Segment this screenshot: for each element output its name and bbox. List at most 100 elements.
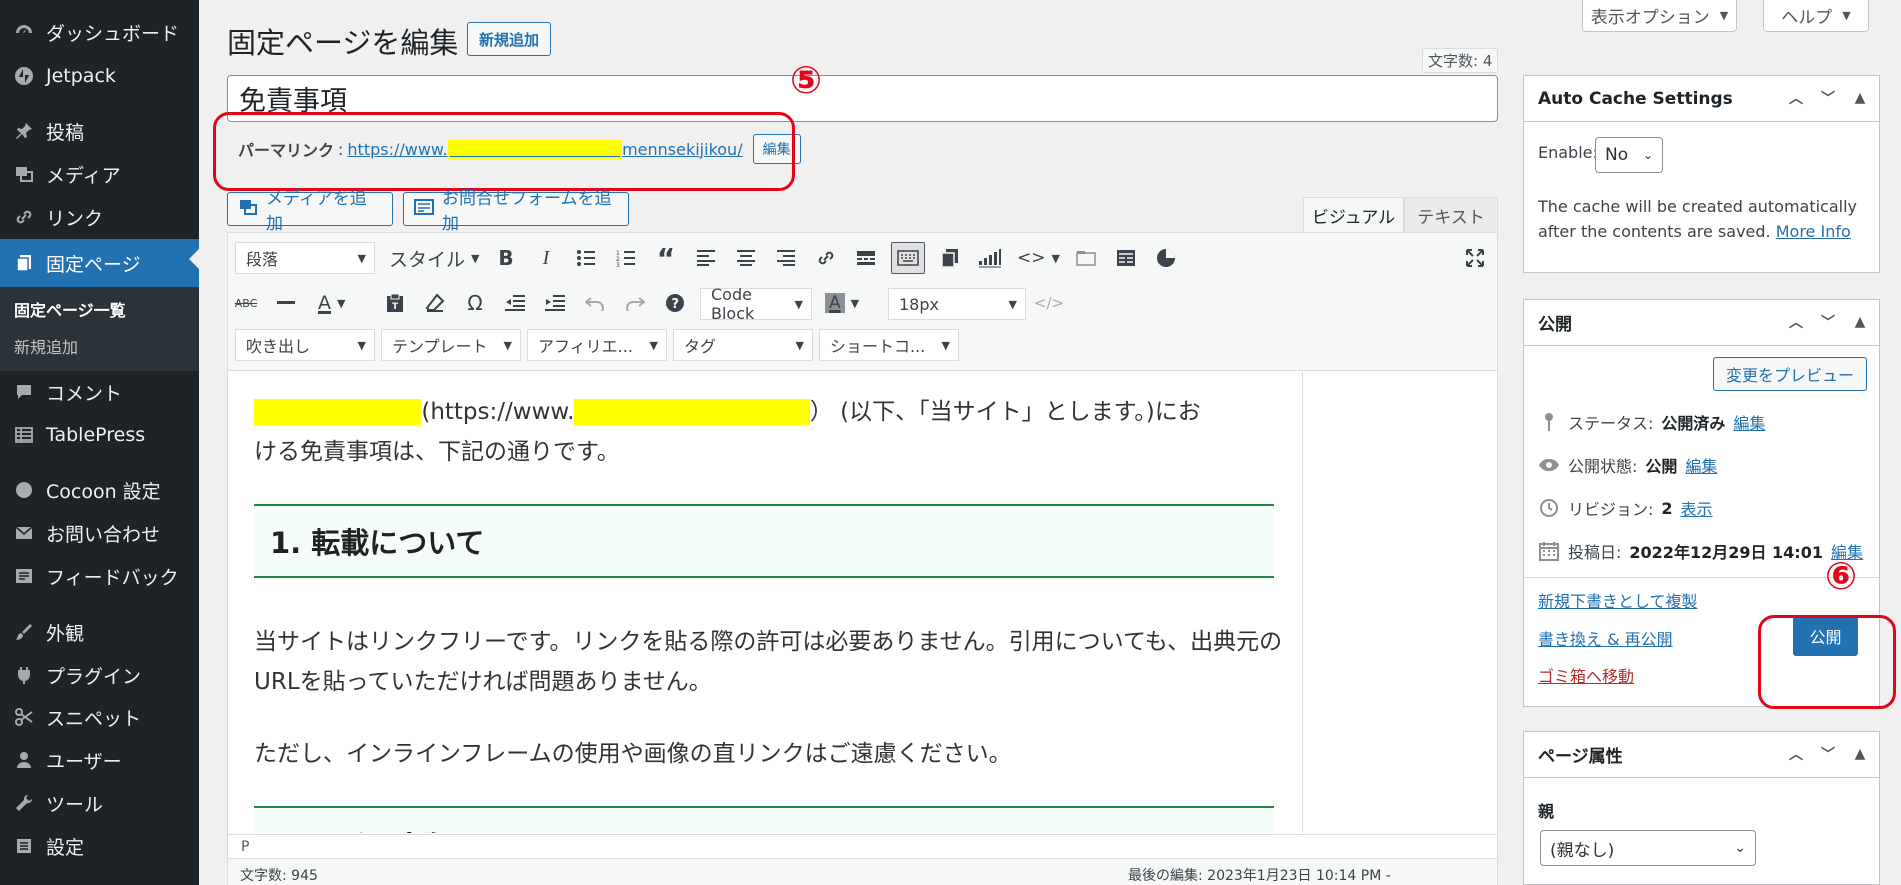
visibility-edit-link[interactable]: 編集: [1685, 453, 1717, 477]
page-attributes-header: ページ属性 ︿ ﹀ ▲: [1524, 732, 1879, 778]
caret-down-icon: ▼: [941, 338, 950, 352]
indent-icon[interactable]: [540, 288, 570, 318]
sidebar-item-label: ダッシュボード: [46, 22, 180, 45]
fullscreen-icon[interactable]: [1460, 243, 1490, 273]
revisions-browse-link[interactable]: 表示: [1681, 496, 1713, 520]
chevron-down-icon[interactable]: ﹀: [1819, 744, 1837, 764]
clear-formatting-icon[interactable]: [420, 288, 450, 318]
bold-icon[interactable]: B: [491, 243, 521, 273]
rewrite-republish-link[interactable]: 書き換え & 再公開: [1538, 626, 1673, 650]
tab-text[interactable]: テキスト: [1404, 197, 1498, 232]
sidebar-item-snippets[interactable]: スニペット: [0, 697, 199, 737]
sidebar-item-settings[interactable]: 設定: [0, 826, 199, 866]
editor-content[interactable]: xxxxxxxxxxxx(https://www.xxxxxxxxxxxxxxx…: [228, 372, 1303, 833]
submenu-add-new[interactable]: 新規追加: [14, 334, 78, 358]
align-center-icon[interactable]: [731, 243, 761, 273]
box-icon[interactable]: [1071, 243, 1101, 273]
sidebar-item-links[interactable]: リンク: [0, 197, 199, 237]
template-select[interactable]: テンプレート ▼: [381, 329, 521, 361]
font-size-select[interactable]: 18px ▼: [888, 288, 1026, 320]
collapse-toggle-icon[interactable]: ▲: [1851, 744, 1869, 764]
svg-text:T: T: [392, 302, 399, 312]
sidebar-item-comments[interactable]: コメント: [0, 372, 199, 412]
sidebar-item-cocoon[interactable]: Cocoon 設定: [0, 470, 199, 510]
parent-select[interactable]: (親なし) ⌄: [1540, 830, 1756, 866]
chevron-up-icon[interactable]: ︿: [1787, 744, 1805, 764]
sidebar-item-feedback[interactable]: フィードバック: [0, 556, 199, 596]
chevron-up-icon[interactable]: ︿: [1787, 88, 1805, 108]
help-icon[interactable]: ?: [660, 288, 690, 318]
sidebar-item-plugins[interactable]: プラグイン: [0, 655, 199, 695]
caret-down-icon: ▼: [357, 251, 366, 265]
italic-icon[interactable]: I: [531, 243, 561, 273]
strikethrough-icon[interactable]: ABC: [231, 288, 261, 318]
add-new-button[interactable]: 新規追加: [467, 22, 552, 56]
sidebar-item-appearance[interactable]: 外観: [0, 612, 199, 652]
background-color-dropdown[interactable]: A ▼: [825, 288, 859, 318]
code-block-select[interactable]: Code Block ▼: [700, 285, 812, 323]
page-attributes-metabox: ページ属性 ︿ ﹀ ▲ 親 (親なし) ⌄: [1523, 731, 1880, 885]
shortcode-select[interactable]: ショートコ... ▼: [819, 329, 959, 361]
insert-link-icon[interactable]: [811, 243, 841, 273]
iframe-paragraph: ただし、インラインフレームの使用や画像の直リンクはご遠慮ください。: [254, 741, 1012, 767]
paste-text-icon[interactable]: T: [380, 288, 410, 318]
style-dropdown[interactable]: スタイル ▼: [389, 243, 479, 273]
enable-select[interactable]: No ⌄: [1595, 137, 1663, 173]
add-contact-form-button[interactable]: お問合せフォームを追加: [403, 189, 629, 234]
link-free-paragraph-line2: URLを貼っていただければ問題ありません。: [254, 669, 712, 695]
text-color-dropdown[interactable]: A ▼: [318, 288, 345, 318]
sidebar-item-pages[interactable]: 固定ページ: [0, 239, 199, 287]
submenu-all-pages[interactable]: 固定ページ一覧: [14, 297, 126, 321]
plugin-icon: [12, 663, 36, 687]
parent-label: 親: [1538, 802, 1555, 821]
numbered-list-icon[interactable]: 123: [611, 243, 641, 273]
sidebar-item-users[interactable]: ユーザー: [0, 740, 199, 780]
duplicate-draft-link[interactable]: 新規下書きとして複製: [1538, 588, 1698, 612]
collapse-toggle-icon[interactable]: ▲: [1851, 312, 1869, 332]
sidebar-item-jetpack[interactable]: Jetpack: [0, 56, 199, 96]
outdent-icon[interactable]: [500, 288, 530, 318]
move-to-trash-link[interactable]: ゴミ箱へ移動: [1538, 663, 1634, 687]
toolbar-toggle-icon[interactable]: [891, 242, 925, 274]
code-dropdown[interactable]: <> ▼: [1017, 243, 1060, 273]
html-code-icon[interactable]: </>: [1034, 288, 1064, 318]
horizontal-line-icon[interactable]: [271, 288, 301, 318]
caret-down-icon: ▼: [649, 338, 658, 352]
undo-icon[interactable]: [580, 288, 610, 318]
redo-icon[interactable]: [620, 288, 650, 318]
copy-icon[interactable]: [935, 243, 965, 273]
tab-visual[interactable]: ビジュアル: [1303, 197, 1404, 232]
bullet-list-icon[interactable]: [571, 243, 601, 273]
annotation-box-5: [213, 112, 795, 191]
screen-options-button[interactable]: 表示オプション ▼: [1582, 0, 1737, 32]
align-right-icon[interactable]: [771, 243, 801, 273]
blockquote-icon[interactable]: “: [651, 242, 681, 275]
sidebar-item-dashboard[interactable]: ダッシュボード: [0, 12, 199, 52]
special-character-icon[interactable]: Ω: [460, 288, 490, 318]
sidebar-item-tools[interactable]: ツール: [0, 783, 199, 823]
collapse-toggle-icon[interactable]: ▲: [1851, 88, 1869, 108]
preview-changes-button[interactable]: 変更をプレビュー: [1712, 357, 1867, 391]
sidebar-item-media[interactable]: メディア: [0, 154, 199, 194]
help-button[interactable]: ヘルプ ▼: [1763, 0, 1869, 32]
tag-select[interactable]: タグ ▼: [673, 329, 813, 361]
table-icon[interactable]: [1111, 243, 1141, 273]
add-media-button[interactable]: メディアを追加: [227, 189, 393, 234]
balloon-select[interactable]: 吹き出し ▼: [235, 329, 375, 361]
signal-chart-icon[interactable]: [975, 243, 1005, 273]
pie-chart-icon[interactable]: [1151, 243, 1181, 273]
affiliate-select[interactable]: アフィリエ... ▼: [527, 329, 667, 361]
sidebar-item-tablepress[interactable]: TablePress: [0, 415, 199, 455]
annotation-number-5: ⑤: [790, 58, 823, 102]
enable-label: Enable:: [1538, 143, 1598, 162]
sidebar-item-contact[interactable]: お問い合わせ: [0, 513, 199, 553]
status-edit-link[interactable]: 編集: [1733, 410, 1765, 434]
more-info-link[interactable]: More Info: [1776, 222, 1851, 241]
format-select[interactable]: 段落 ▼: [235, 242, 375, 274]
read-more-icon[interactable]: [851, 243, 881, 273]
align-left-icon[interactable]: [691, 243, 721, 273]
chevron-up-icon[interactable]: ︿: [1787, 312, 1805, 332]
sidebar-item-posts[interactable]: 投稿: [0, 111, 199, 151]
chevron-down-icon[interactable]: ﹀: [1819, 88, 1837, 108]
chevron-down-icon[interactable]: ﹀: [1819, 312, 1837, 332]
